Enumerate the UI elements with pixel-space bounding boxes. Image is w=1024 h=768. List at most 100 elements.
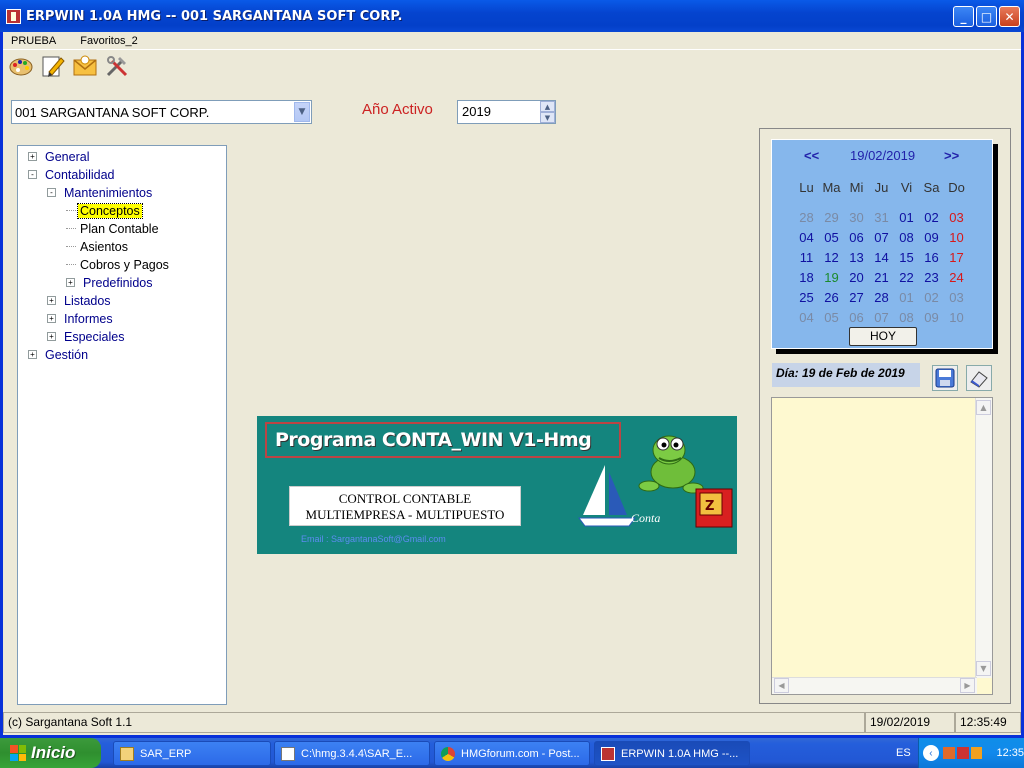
menu-favoritos[interactable]: Favoritos_2 [72, 35, 145, 47]
tree-item-label[interactable]: Contabilidad [43, 168, 117, 182]
tree-item[interactable]: Cobros y Pagos [66, 256, 171, 273]
scroll-right-icon[interactable]: ▶ [960, 678, 975, 693]
edit-button[interactable] [39, 52, 67, 80]
tree-item-label[interactable]: Informes [62, 312, 115, 326]
calendar-day[interactable]: 05 [819, 308, 844, 328]
calendar-day[interactable]: 09 [919, 308, 944, 328]
tree-item[interactable]: Asientos [66, 238, 130, 255]
chevron-down-icon[interactable]: ▼ [294, 102, 310, 122]
tree-item-label[interactable]: Asientos [78, 240, 130, 254]
calendar-day[interactable]: 03 [944, 288, 969, 308]
scroll-down-icon[interactable]: ▼ [976, 661, 991, 676]
tree-item[interactable]: + Especiales [47, 328, 126, 345]
scroll-up-icon[interactable]: ▲ [976, 400, 991, 415]
calendar-day[interactable]: 09 [919, 228, 944, 248]
calendar-day[interactable]: 13 [844, 248, 869, 268]
calendar-day[interactable]: 21 [869, 268, 894, 288]
erase-note-button[interactable] [966, 365, 992, 391]
calendar-day[interactable]: 16 [919, 248, 944, 268]
volume-icon[interactable] [970, 747, 983, 759]
tree-item[interactable]: + Predefinidos [66, 274, 155, 291]
calendar-day[interactable]: 18 [794, 268, 819, 288]
calendar-day[interactable]: 19 [819, 268, 844, 288]
calendar-day[interactable]: 28 [869, 288, 894, 308]
calendar-day[interactable]: 01 [894, 208, 919, 228]
calendar-day[interactable]: 01 [894, 288, 919, 308]
calendar-day[interactable]: 31 [869, 208, 894, 228]
taskbar-item-erpwin[interactable]: ERPWIN 1.0A HMG --... [594, 741, 750, 766]
maximize-button[interactable]: □ [976, 6, 997, 27]
language-indicator[interactable]: ES [896, 747, 911, 759]
calendar-day[interactable]: 08 [894, 308, 919, 328]
calendar-day[interactable]: 15 [894, 248, 919, 268]
notes-vertical-scrollbar[interactable]: ▲ ▼ [975, 398, 992, 678]
year-value[interactable]: 2019 [458, 101, 540, 123]
tree-item-label[interactable]: Predefinidos [81, 276, 155, 290]
calendar-day[interactable]: 26 [819, 288, 844, 308]
today-button[interactable]: HOY [849, 327, 917, 346]
company-select[interactable]: 001 SARGANTANA SOFT CORP. ▼ [11, 100, 312, 124]
tree-item[interactable]: Conceptos [66, 202, 143, 219]
mail-button[interactable] [71, 52, 99, 80]
calendar-day[interactable]: 10 [944, 308, 969, 328]
calendar-day[interactable]: 07 [869, 228, 894, 248]
tree-item[interactable]: + Listados [47, 292, 113, 309]
close-button[interactable]: ✕ [999, 6, 1020, 27]
title-bar[interactable]: ERPWIN 1.0A HMG -- 001 SARGANTANA SOFT C… [0, 0, 1024, 32]
network-icon[interactable] [942, 747, 955, 759]
notes-horizontal-scrollbar[interactable]: ◀ ▶ [772, 677, 977, 694]
calendar-day[interactable]: 17 [944, 248, 969, 268]
calendar-day[interactable]: 24 [944, 268, 969, 288]
calendar-day[interactable]: 12 [819, 248, 844, 268]
calendar-day[interactable]: 27 [844, 288, 869, 308]
calendar-next-button[interactable]: >> [944, 148, 959, 163]
tree-item-label[interactable]: Mantenimientos [62, 186, 154, 200]
scroll-left-icon[interactable]: ◀ [774, 678, 789, 693]
collapse-icon[interactable]: - [28, 170, 37, 179]
calendar-day[interactable]: 14 [869, 248, 894, 268]
tree-item-label[interactable]: General [43, 150, 91, 164]
security-icon[interactable] [956, 747, 969, 759]
expand-icon[interactable]: + [28, 152, 37, 161]
expand-icon[interactable]: + [47, 332, 56, 341]
calendar-day[interactable]: 10 [944, 228, 969, 248]
year-spinner[interactable]: 2019 ▲ ▼ [457, 100, 556, 124]
menu-prueba[interactable]: PRUEBA [3, 35, 64, 47]
tree-item-label[interactable]: Listados [62, 294, 113, 308]
palette-button[interactable] [7, 52, 35, 80]
expand-icon[interactable]: + [47, 296, 56, 305]
calendar-day[interactable]: 25 [794, 288, 819, 308]
tree-item[interactable]: Plan Contable [66, 220, 161, 237]
tree-item-label[interactable]: Conceptos [77, 202, 143, 219]
calendar-day[interactable]: 08 [894, 228, 919, 248]
taskbar-item-sar-erp[interactable]: SAR_ERP [113, 741, 271, 766]
taskbar-item-hmg-folder[interactable]: C:\hmg.3.4.4\SAR_E... [274, 741, 430, 766]
calendar-day[interactable]: 30 [844, 208, 869, 228]
expand-icon[interactable]: + [28, 350, 37, 359]
expand-icon[interactable]: + [47, 314, 56, 323]
calendar-day[interactable]: 07 [869, 308, 894, 328]
calendar-day[interactable]: 02 [919, 208, 944, 228]
calendar-day[interactable]: 04 [794, 308, 819, 328]
tree-item-label[interactable]: Plan Contable [78, 222, 161, 236]
tools-button[interactable] [103, 52, 131, 80]
tree-item[interactable]: - Mantenimientos [47, 184, 154, 201]
calendar-day[interactable]: 22 [894, 268, 919, 288]
calendar-day[interactable]: 23 [919, 268, 944, 288]
start-button[interactable]: Inicio [0, 738, 101, 768]
calendar-day[interactable]: 02 [919, 288, 944, 308]
calendar-day[interactable]: 06 [844, 308, 869, 328]
collapse-icon[interactable]: - [47, 188, 56, 197]
notes-textarea[interactable]: ▲ ▼ ◀ ▶ [771, 397, 993, 695]
taskbar-item-hmgforum[interactable]: HMGforum.com - Post... [434, 741, 590, 766]
tray-expand-icon[interactable]: ‹ [923, 745, 939, 761]
expand-icon[interactable]: + [66, 278, 75, 287]
calendar-prev-button[interactable]: << [804, 148, 819, 163]
tree-item-label[interactable]: Cobros y Pagos [78, 258, 171, 272]
calendar-day[interactable]: 03 [944, 208, 969, 228]
tree-item[interactable]: + Gestión [28, 346, 90, 363]
save-note-button[interactable] [932, 365, 958, 391]
calendar-day[interactable]: 05 [819, 228, 844, 248]
calendar-day[interactable]: 11 [794, 248, 819, 268]
tree-item-label[interactable]: Especiales [62, 330, 126, 344]
